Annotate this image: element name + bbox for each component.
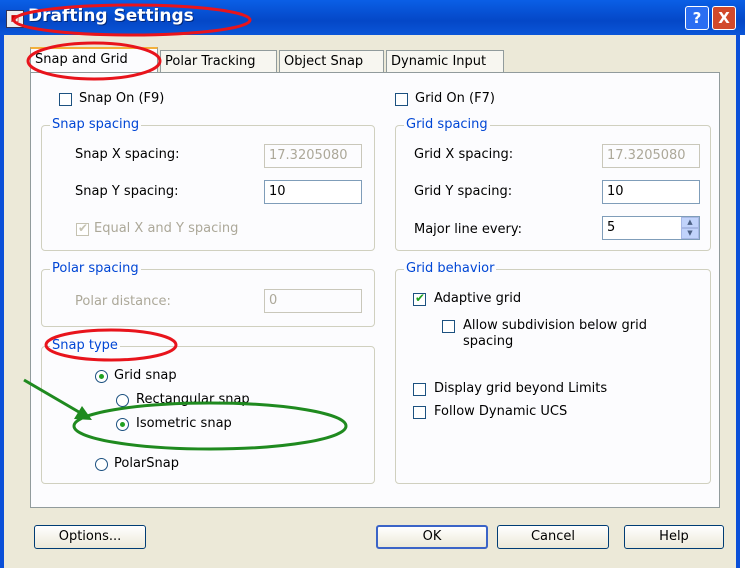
window-title: Drafting Settings (28, 6, 194, 26)
spin-down-icon[interactable]: ▼ (681, 228, 699, 239)
snap-type-group: Snap type Grid snap Rectangular snap Iso… (41, 338, 375, 484)
tab-object-snap[interactable]: Object Snap (279, 50, 384, 72)
grid-behavior-group: Grid behavior ✔ Adaptive grid Allow subd… (395, 261, 711, 484)
snap-x-spacing-input[interactable]: 17.3205080 (264, 144, 362, 168)
grid-snap-radio[interactable] (95, 370, 108, 383)
grid-x-label: Grid X spacing: (414, 147, 514, 162)
snap-y-label: Snap Y spacing: (75, 184, 179, 199)
display-beyond-limits-label: Display grid beyond Limits (434, 381, 608, 396)
grid-on-label: Grid On (F7) (415, 91, 495, 106)
grid-x-spacing-input[interactable]: 17.3205080 (602, 144, 700, 168)
allow-subdivision-label-2: spacing (463, 334, 514, 349)
major-line-label: Major line every: (414, 222, 522, 237)
follow-dynamic-ucs-checkbox[interactable] (413, 406, 426, 419)
grid-snap-label: Grid snap (114, 368, 177, 383)
drafting-settings-dialog: ◩ Drafting Settings ? X Snap and Grid Po… (0, 0, 745, 568)
group-legend: Snap spacing (50, 117, 142, 132)
display-beyond-limits-checkbox[interactable] (413, 383, 426, 396)
major-line-stepper[interactable]: ▲ ▼ (681, 217, 699, 239)
snap-on-label: Snap On (F9) (79, 91, 165, 106)
tab-label: Polar Tracking (165, 54, 256, 69)
group-legend: Snap type (50, 338, 120, 353)
tab-label: Dynamic Input (391, 54, 487, 69)
allow-subdivision-checkbox[interactable] (442, 320, 455, 333)
polar-snap-label: PolarSnap (114, 456, 179, 471)
polar-distance-input[interactable]: 0 (264, 289, 362, 313)
snap-on-checkbox[interactable] (59, 93, 72, 106)
tab-dynamic-input[interactable]: Dynamic Input (386, 50, 504, 72)
title-bar[interactable]: ◩ Drafting Settings ? X (0, 0, 745, 35)
group-legend: Polar spacing (50, 261, 141, 276)
adaptive-grid-label: Adaptive grid (434, 291, 522, 306)
snap-spacing-group: Snap spacing Snap X spacing: 17.3205080 … (41, 117, 375, 251)
allow-subdivision-label: Allow subdivision below grid (463, 318, 648, 333)
tab-panel: Snap On (F9) Grid On (F7) Snap spacing S… (30, 72, 720, 508)
spin-up-icon[interactable]: ▲ (681, 217, 699, 228)
cancel-button[interactable]: Cancel (497, 525, 609, 549)
isometric-snap-radio[interactable] (116, 418, 129, 431)
ok-button[interactable]: OK (376, 525, 488, 549)
follow-dynamic-ucs-label: Follow Dynamic UCS (434, 404, 568, 419)
grid-on-checkbox[interactable] (395, 93, 408, 106)
check-icon: ✔ (415, 291, 426, 305)
radio-dot (99, 374, 104, 379)
tab-snap-and-grid[interactable]: Snap and Grid (30, 47, 158, 73)
close-icon[interactable]: X (712, 6, 736, 30)
tab-label: Snap and Grid (35, 52, 128, 67)
help-button[interactable]: Help (624, 525, 724, 549)
polar-distance-label: Polar distance: (75, 294, 171, 309)
grid-spacing-group: Grid spacing Grid X spacing: 17.3205080 … (395, 117, 711, 251)
polar-spacing-group: Polar spacing Polar distance: 0 (41, 261, 375, 327)
grid-y-label: Grid Y spacing: (414, 184, 513, 199)
snap-x-label: Snap X spacing: (75, 147, 180, 162)
check-icon: ✔ (78, 221, 89, 235)
tab-label: Object Snap (284, 54, 364, 69)
rectangular-snap-radio[interactable] (116, 394, 129, 407)
help-title-button[interactable]: ? (685, 6, 709, 30)
group-legend: Grid spacing (404, 117, 490, 132)
grid-y-spacing-input[interactable]: 10 (602, 180, 700, 204)
options-button[interactable]: Options... (34, 525, 146, 549)
snap-y-spacing-input[interactable]: 10 (264, 180, 362, 204)
tab-polar-tracking[interactable]: Polar Tracking (160, 50, 277, 72)
rectangular-snap-label: Rectangular snap (136, 392, 250, 407)
equal-spacing-label: Equal X and Y spacing (94, 221, 239, 236)
group-legend: Grid behavior (404, 261, 497, 276)
isometric-snap-label: Isometric snap (136, 416, 232, 431)
polar-snap-radio[interactable] (95, 458, 108, 471)
equal-spacing-checkbox[interactable]: ✔ (76, 221, 89, 236)
radio-dot (120, 422, 125, 427)
adaptive-grid-checkbox[interactable]: ✔ (413, 291, 426, 306)
app-icon: ◩ (6, 10, 24, 28)
